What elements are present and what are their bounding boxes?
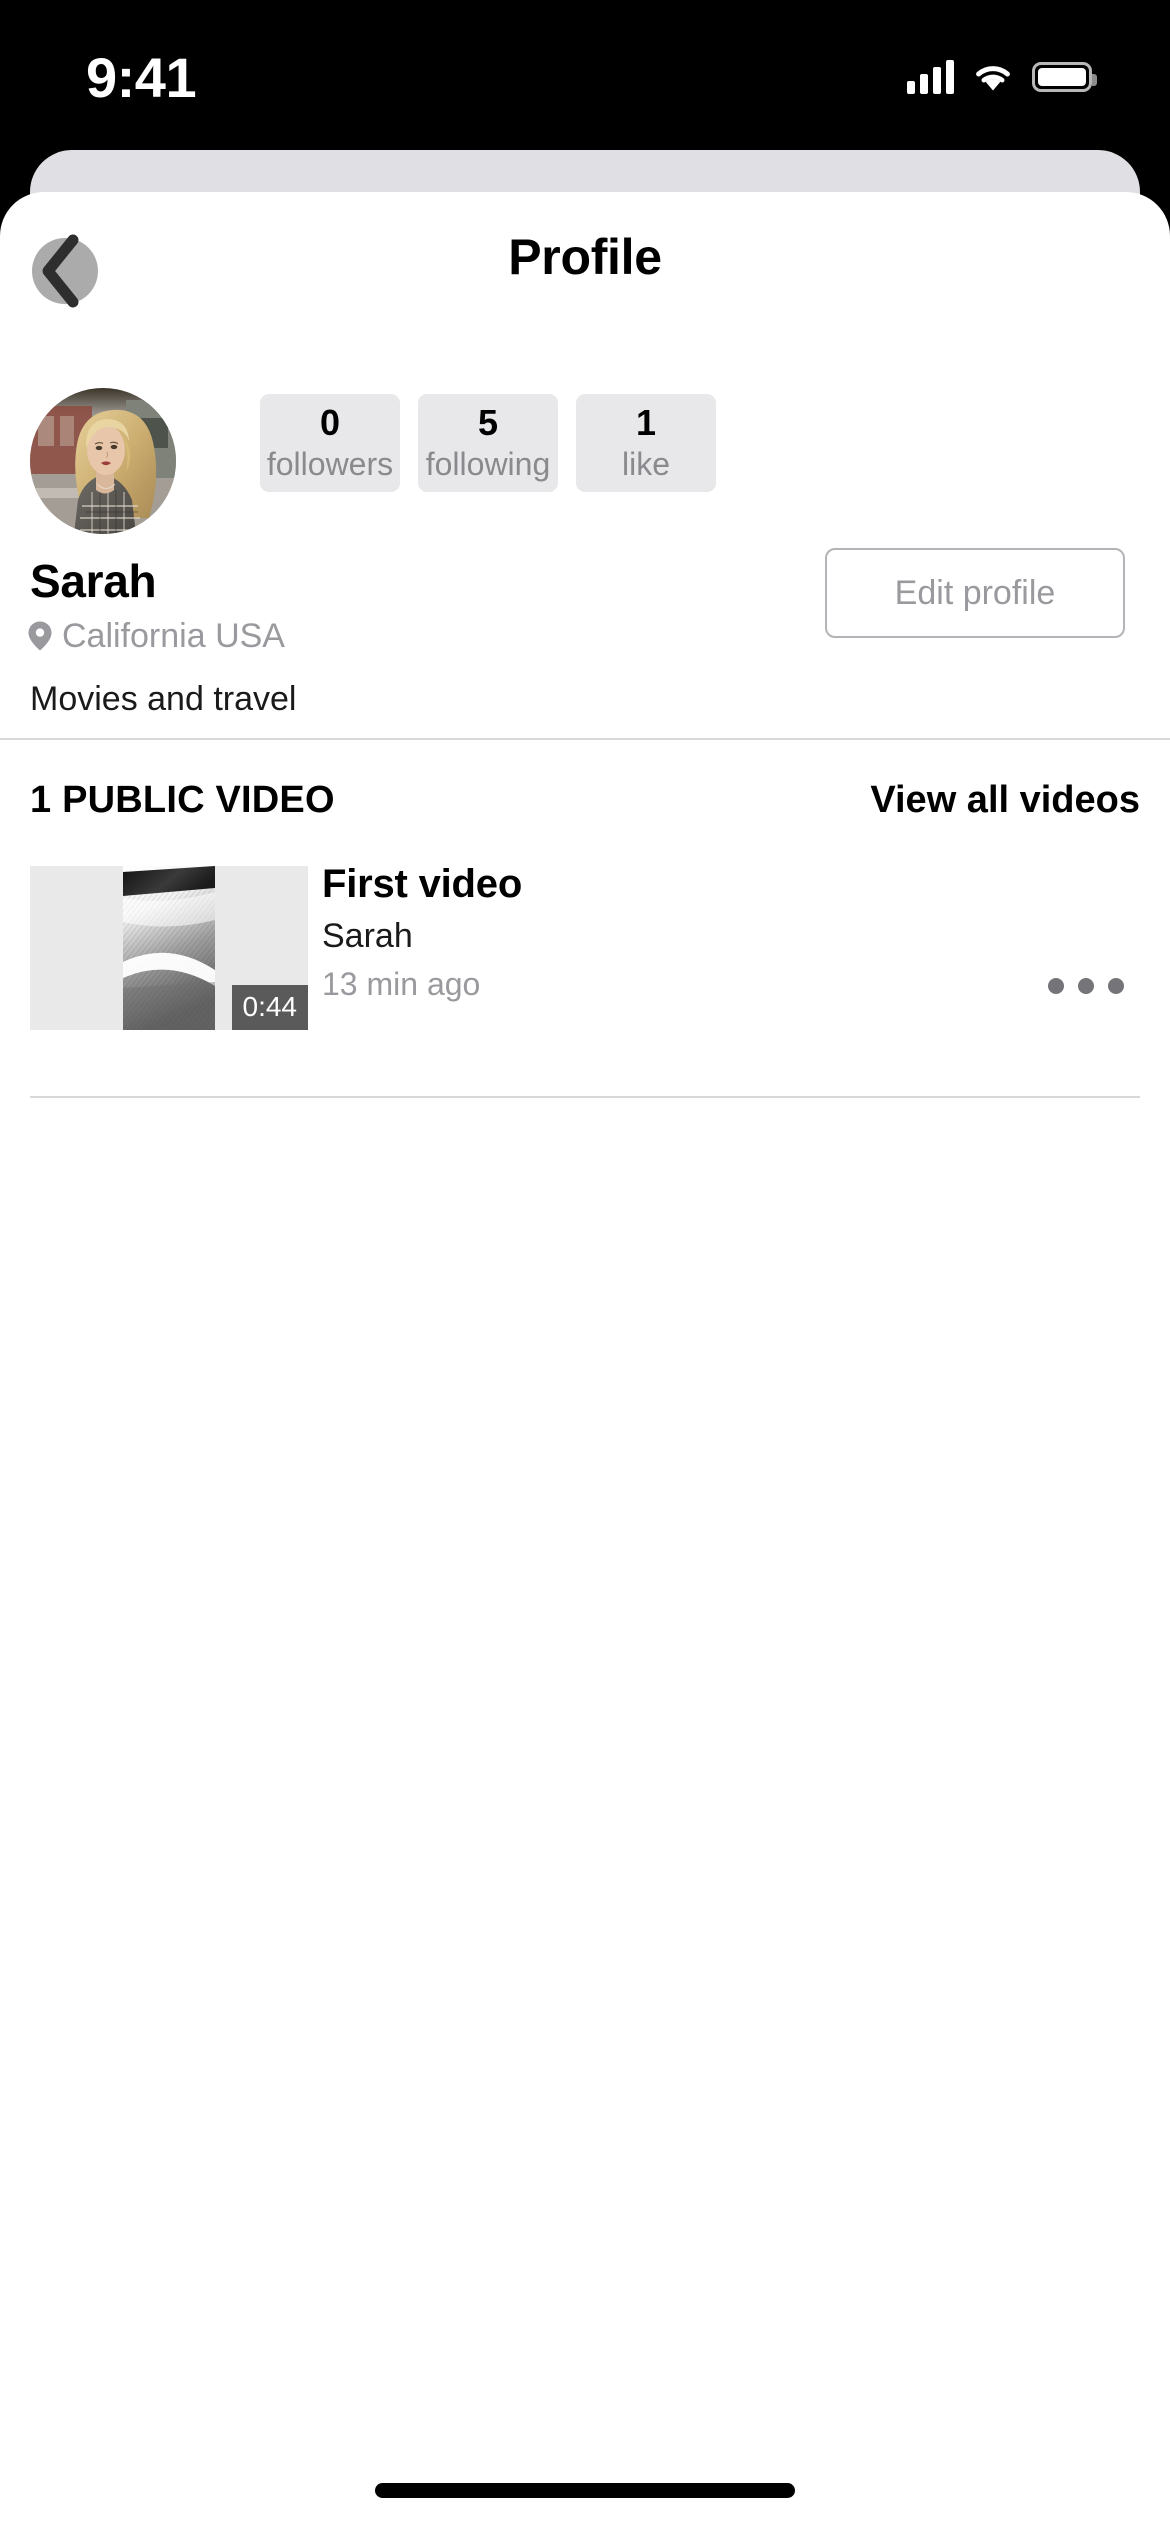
stat-likes-value: 1 bbox=[635, 402, 657, 443]
view-all-videos-link[interactable]: View all videos bbox=[870, 779, 1140, 822]
navigation-bar: Profile bbox=[0, 192, 1170, 348]
edit-profile-button[interactable]: Edit profile bbox=[825, 548, 1125, 638]
profile-location-text: California USA bbox=[62, 617, 285, 655]
video-list-item[interactable]: 0:44 First video Sarah 13 min ago bbox=[0, 860, 1170, 1060]
status-bar-indicators bbox=[907, 48, 1097, 106]
stat-followers-label: followers bbox=[266, 446, 394, 482]
list-bottom-divider bbox=[30, 1096, 1140, 1098]
phone-screen: 9:41 Profile 0 followers 5 following 1 l… bbox=[0, 0, 1170, 2532]
map-pin-icon bbox=[28, 621, 52, 651]
status-bar-time: 9:41 bbox=[86, 46, 197, 109]
page-title: Profile bbox=[508, 229, 662, 285]
battery-icon bbox=[1032, 62, 1097, 92]
stat-likes-label: like bbox=[621, 446, 670, 482]
video-thumbnail-image bbox=[123, 866, 215, 1030]
videos-section-heading: 1 PUBLIC VIDEO bbox=[30, 778, 335, 821]
profile-sheet: Profile 0 followers 5 following 1 like S… bbox=[0, 192, 1170, 2532]
stat-followers-value: 0 bbox=[319, 402, 341, 443]
video-thumbnail[interactable]: 0:44 bbox=[30, 866, 308, 1030]
video-duration-badge: 0:44 bbox=[231, 985, 308, 1030]
stat-followers[interactable]: 0 followers bbox=[260, 394, 400, 492]
stat-likes[interactable]: 1 like bbox=[576, 394, 716, 492]
video-timestamp: 13 min ago bbox=[322, 966, 481, 1002]
cellular-signal-icon bbox=[907, 60, 954, 94]
profile-location: California USA bbox=[28, 616, 285, 656]
profile-name: Sarah bbox=[30, 555, 157, 607]
avatar[interactable] bbox=[30, 388, 176, 534]
video-details: First video Sarah 13 min ago bbox=[322, 860, 962, 1004]
profile-bio: Movies and travel bbox=[30, 680, 297, 718]
home-indicator[interactable] bbox=[375, 2483, 795, 2498]
profile-header: 0 followers 5 following 1 like Sarah Cal… bbox=[0, 348, 1170, 738]
status-bar: 9:41 bbox=[0, 0, 1170, 168]
overflow-menu-icon[interactable] bbox=[1038, 968, 1134, 1004]
stat-following-label: following bbox=[425, 446, 551, 482]
videos-section-header: 1 PUBLIC VIDEO View all videos bbox=[0, 740, 1170, 860]
video-title: First video bbox=[322, 862, 523, 906]
wifi-icon bbox=[976, 66, 1010, 91]
video-author: Sarah bbox=[322, 917, 413, 955]
stat-following[interactable]: 5 following bbox=[418, 394, 558, 492]
stat-following-value: 5 bbox=[477, 402, 499, 443]
profile-stats: 0 followers 5 following 1 like bbox=[260, 394, 716, 492]
